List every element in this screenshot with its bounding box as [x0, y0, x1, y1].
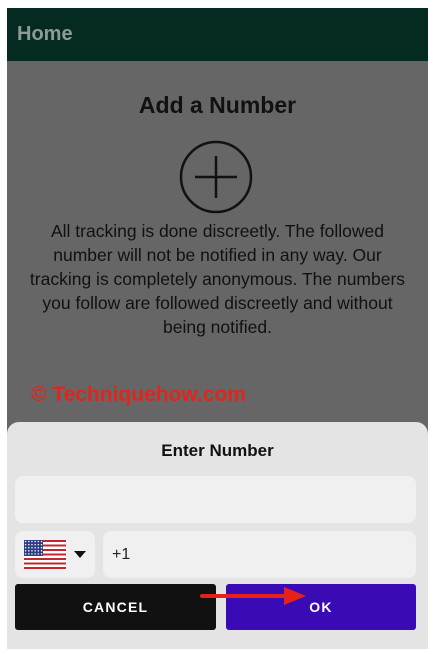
- ok-button[interactable]: OK: [226, 584, 416, 630]
- enter-number-dialog: Enter Number CANCEL OK: [7, 422, 428, 649]
- caret-down-icon: [74, 551, 86, 558]
- app-screen: Home Add a Number All tracking is done d…: [7, 8, 428, 649]
- plus-circle-icon[interactable]: [179, 140, 253, 214]
- phone-number-field[interactable]: [103, 531, 416, 578]
- tracking-description: All tracking is done discreetly. The fol…: [29, 221, 406, 337]
- cancel-button[interactable]: CANCEL: [15, 584, 216, 630]
- add-number-page: Add a Number All tracking is done discre…: [7, 61, 428, 431]
- number-name-field[interactable]: [15, 476, 416, 523]
- dialog-title: Enter Number: [161, 441, 274, 460]
- us-flag-icon: [24, 540, 66, 569]
- watermark: © Techniquehow.com: [31, 383, 246, 406]
- page-title: Add a Number: [138, 92, 297, 118]
- country-selector[interactable]: [15, 531, 95, 578]
- app-bar-title: Home: [17, 23, 73, 45]
- app-bar: Home: [7, 8, 428, 61]
